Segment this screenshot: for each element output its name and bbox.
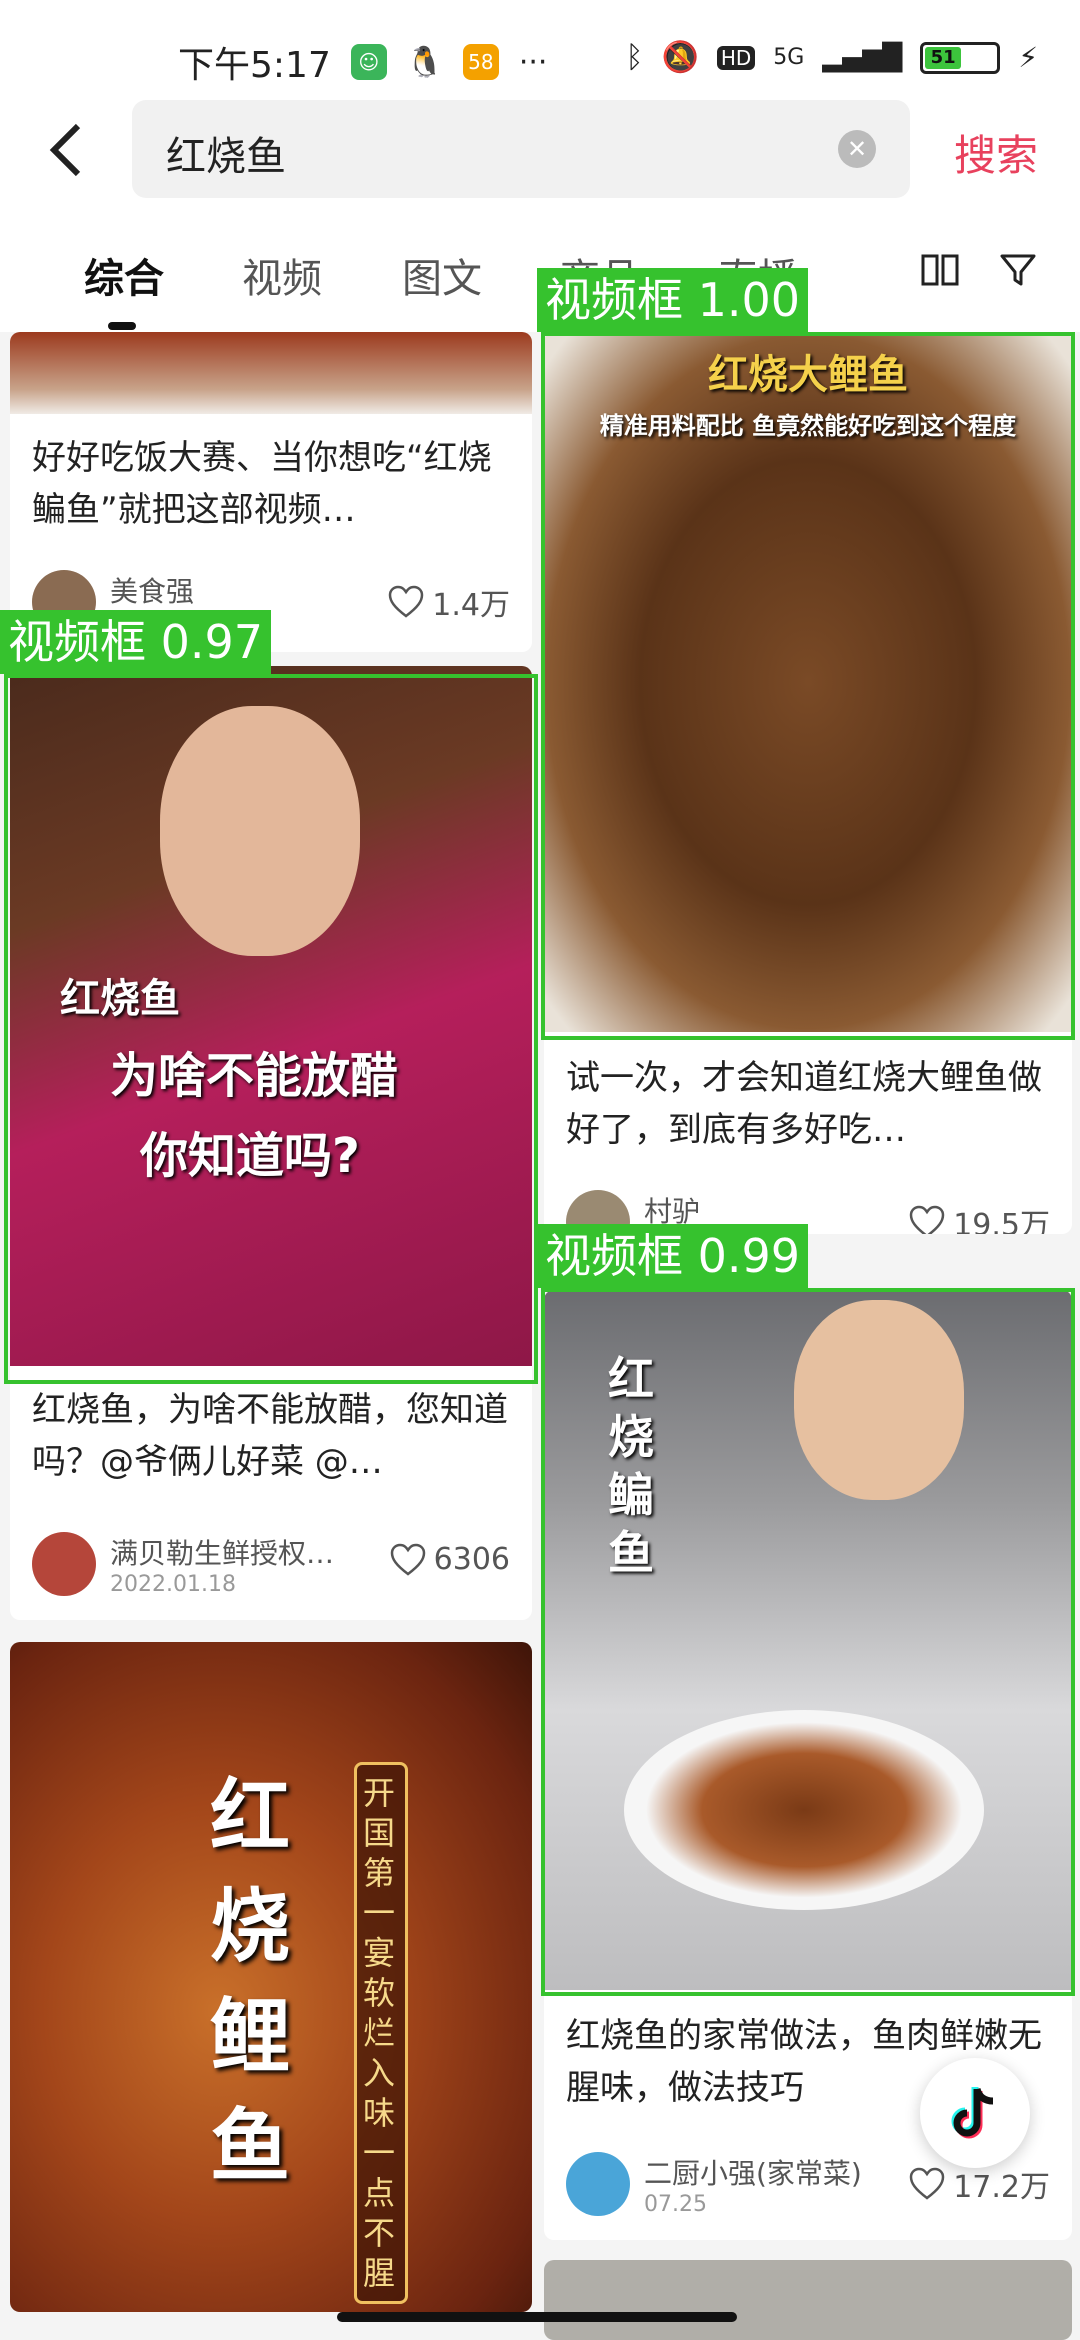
- card-title: 红烧鱼，为啥不能放醋，您知道吗？@爷俩儿好菜 @…: [32, 1390, 508, 1482]
- author-name[interactable]: 美食强: [110, 570, 194, 610]
- detection-label: 视频框 1.00: [537, 268, 809, 332]
- app-notification-icon: ☺: [350, 44, 387, 80]
- mute-icon: 🔕: [661, 40, 699, 75]
- avatar[interactable]: [32, 1532, 96, 1596]
- heart-icon: [909, 1205, 945, 1234]
- bluetooth-icon: ᛒ: [625, 40, 644, 75]
- like-count-label: 17.2万: [953, 2170, 1050, 2205]
- like-count[interactable]: 17.2万: [909, 2162, 1050, 2206]
- heart-icon: [389, 585, 424, 618]
- search-button[interactable]: 搜索: [954, 122, 1038, 183]
- clear-search-icon[interactable]: ✕: [838, 130, 876, 168]
- hd-badge: HD: [716, 45, 756, 70]
- video-thumbnail: [10, 332, 532, 414]
- card-title: 试一次，才会知道红烧大鲤鱼做好了，到底有多好吃…: [566, 1058, 1042, 1150]
- like-count[interactable]: 1.4万: [388, 580, 510, 624]
- search-query: 红烧鱼: [166, 134, 286, 180]
- status-bar: 下午5:17 ☺ 🐧 58 ··· ᛒ 🔕 HD 5G ▂▄▆█ 51 ⚡: [0, 0, 1080, 100]
- tab-video[interactable]: 视频: [242, 246, 322, 304]
- thumbnail-caption: 红烧鱼: [60, 976, 180, 1022]
- thumbnail-caption: 为啥不能放醋: [110, 1048, 399, 1104]
- chef-face: [794, 1300, 964, 1500]
- post-date: 2022.01.18: [110, 1572, 236, 1597]
- more-notifications-icon: ···: [518, 44, 548, 80]
- post-date: 07.25: [644, 2192, 707, 2217]
- douyin-float-button[interactable]: [920, 2058, 1030, 2168]
- heart-icon: [909, 2167, 945, 2200]
- detection-label: 视频框 0.99: [537, 1224, 809, 1288]
- video-card[interactable]: [544, 2260, 1072, 2340]
- fish-plate: [624, 1710, 984, 1910]
- presenter-face: [160, 706, 360, 956]
- status-left: 下午5:17 ☺ 🐧 58 ···: [178, 36, 547, 88]
- like-count[interactable]: 6306: [390, 1542, 510, 1577]
- tab-tools: [890, 240, 1080, 300]
- thumbnail-caption: 红烧鳊鱼: [608, 1352, 654, 1580]
- video-card[interactable]: 好好吃饭大赛、当你想吃“红烧鳊鱼”就把这部视频… 美食强 1.4万: [10, 332, 532, 652]
- video-thumbnail: 红烧大鲤鱼 精准用料配比 鱼竟然能好吃到这个程度: [544, 332, 1072, 1032]
- charging-icon: ⚡: [1018, 41, 1038, 74]
- heart-icon: [390, 1543, 425, 1576]
- card-meta: 满贝勒生鲜授权… 2022.01.18 6306: [32, 1532, 510, 1602]
- network-label: 5G: [773, 45, 805, 70]
- card-title: 好好吃饭大赛、当你想吃“红烧鳊鱼”就把这部视频…: [32, 438, 492, 530]
- 58-app-icon: 58: [462, 44, 499, 80]
- status-right: ᛒ 🔕 HD 5G ▂▄▆█ 51 ⚡: [625, 40, 1038, 75]
- thumbnail-caption: 你知道吗?: [140, 1128, 360, 1184]
- author-name[interactable]: 满贝勒生鲜授权…: [110, 1532, 334, 1572]
- search-input[interactable]: 红烧鱼 ✕: [132, 100, 910, 198]
- back-arrow-icon: [49, 123, 81, 177]
- video-thumbnail: 红烧鲤鱼 开国第一宴 软烂入味一点不腥: [10, 1642, 532, 2312]
- status-time: 下午5:17: [178, 45, 331, 86]
- battery-icon: 51: [920, 41, 1001, 74]
- back-button[interactable]: [46, 120, 106, 190]
- thumbnail-side-caption: 开国第一宴 软烂入味一点不腥: [354, 1762, 408, 2304]
- like-count-label: 19.5万: [953, 1208, 1050, 1234]
- video-thumbnail: 红烧鱼 为啥不能放醋 你知道吗?: [10, 666, 532, 1366]
- video-card[interactable]: 红烧鱼 为啥不能放醋 你知道吗? 红烧鱼，为啥不能放醋，您知道吗？@爷俩儿好菜 …: [10, 666, 532, 1620]
- avatar[interactable]: [566, 2152, 630, 2216]
- filter-icon[interactable]: [998, 250, 1038, 290]
- thumbnail-caption: 红烧大鲤鱼: [708, 352, 908, 398]
- active-tab-indicator: [108, 322, 136, 330]
- tab-comprehensive[interactable]: 综合: [84, 246, 164, 304]
- thumbnail-subcaption: 精准用料配比 鱼竟然能好吃到这个程度: [599, 412, 1017, 440]
- search-bar: 红烧鱼 ✕ 搜索: [0, 100, 1080, 210]
- thumbnail-caption: 红烧鲤鱼: [210, 1770, 290, 2193]
- video-card[interactable]: 红烧鲤鱼 开国第一宴 软烂入味一点不腥: [10, 1642, 532, 2312]
- like-count-label: 1.4万: [432, 588, 510, 623]
- author-name[interactable]: 二厨小强(家常菜): [644, 2152, 862, 2192]
- douyin-logo-icon: [951, 2087, 994, 2139]
- video-thumbnail: 红烧鳊鱼: [544, 1290, 1072, 1990]
- like-count-label: 6306: [433, 1542, 510, 1577]
- video-card[interactable]: 红烧大鲤鱼 精准用料配比 鱼竟然能好吃到这个程度 试一次，才会知道红烧大鲤鱼做好…: [544, 332, 1072, 1234]
- tab-image-text[interactable]: 图文: [402, 246, 482, 304]
- battery-level: 51: [925, 46, 962, 69]
- like-count[interactable]: 19.5万: [909, 1200, 1050, 1234]
- layout-toggle-icon[interactable]: [920, 250, 960, 290]
- detection-label: 视频框 0.97: [0, 610, 272, 674]
- signal-icon: ▂▄▆█: [822, 42, 903, 73]
- qq-icon: 🐧: [406, 44, 444, 80]
- home-indicator[interactable]: [337, 2312, 737, 2322]
